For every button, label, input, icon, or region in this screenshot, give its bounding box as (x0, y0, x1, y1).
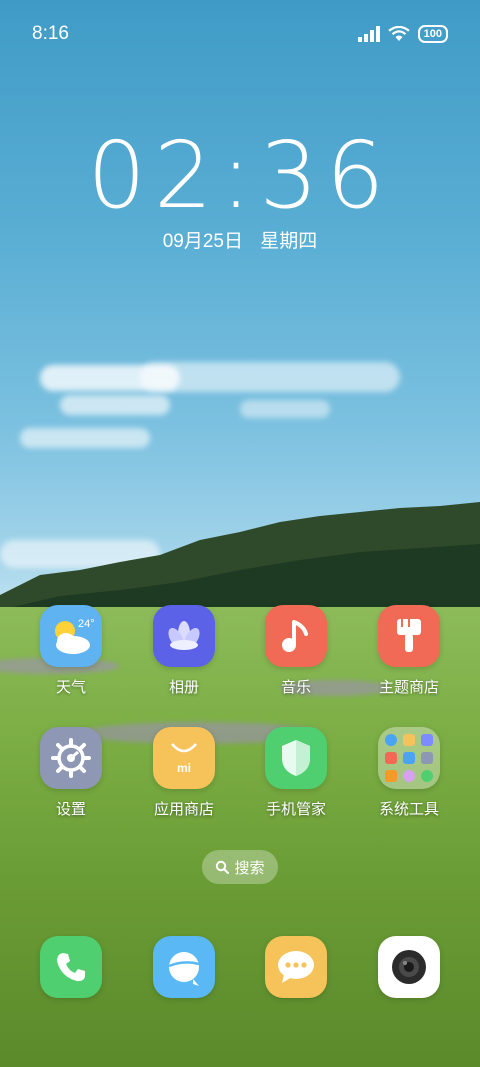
search-icon (216, 860, 230, 874)
date-line: 09月25日 星期四 (0, 226, 480, 253)
app-label: 主题商店 (378, 679, 439, 696)
status-bar: 8:16 100 (0, 0, 480, 68)
theme-store-icon (378, 605, 440, 667)
dock-camera[interactable] (359, 936, 459, 998)
search-button[interactable]: 搜索 (202, 850, 278, 884)
dock-phone[interactable] (21, 936, 121, 998)
app-label: 天气 (55, 679, 86, 696)
app-settings[interactable]: 设置 (21, 727, 121, 819)
app-label: 系统工具 (378, 801, 439, 818)
svg-text:mi: mi (177, 761, 191, 775)
search-label: 搜索 (234, 859, 265, 877)
camera-icon (378, 936, 440, 998)
date: 09月25日 (162, 231, 243, 252)
app-theme-store[interactable]: 主题商店 (359, 605, 459, 697)
settings-icon (40, 727, 102, 789)
app-label: 设置 (55, 801, 86, 818)
app-weather[interactable]: 24° 天气 (21, 605, 121, 697)
app-gallery[interactable]: 相册 (134, 605, 234, 697)
status-time: 8:16 (32, 23, 69, 44)
signal-icon (357, 26, 380, 42)
dock-browser[interactable] (134, 936, 234, 998)
app-security[interactable]: 手机管家 (246, 727, 346, 819)
messages-icon (265, 936, 327, 998)
app-app-store[interactable]: mi 应用商店 (134, 727, 234, 819)
app-label: 音乐 (280, 679, 311, 696)
folder-system-tools[interactable]: 系统工具 (359, 727, 459, 819)
gallery-icon (153, 605, 215, 667)
wifi-icon (387, 26, 410, 41)
battery-indicator: 100 (417, 25, 448, 43)
weather-temp: 24° (78, 618, 95, 630)
app-store-icon: mi (153, 727, 215, 789)
app-label: 应用商店 (153, 801, 214, 818)
dock-messages[interactable] (246, 936, 346, 998)
lock-clock: 02:36 (87, 122, 393, 229)
security-icon (265, 727, 327, 789)
app-label: 相册 (168, 679, 199, 696)
phone-icon (40, 936, 102, 998)
weekday: 星期四 (260, 231, 318, 252)
music-icon (265, 605, 327, 667)
folder-icon (378, 727, 440, 789)
app-music[interactable]: 音乐 (246, 605, 346, 697)
browser-icon (153, 936, 215, 998)
weather-icon: 24° (40, 605, 102, 667)
app-label: 手机管家 (265, 801, 326, 818)
